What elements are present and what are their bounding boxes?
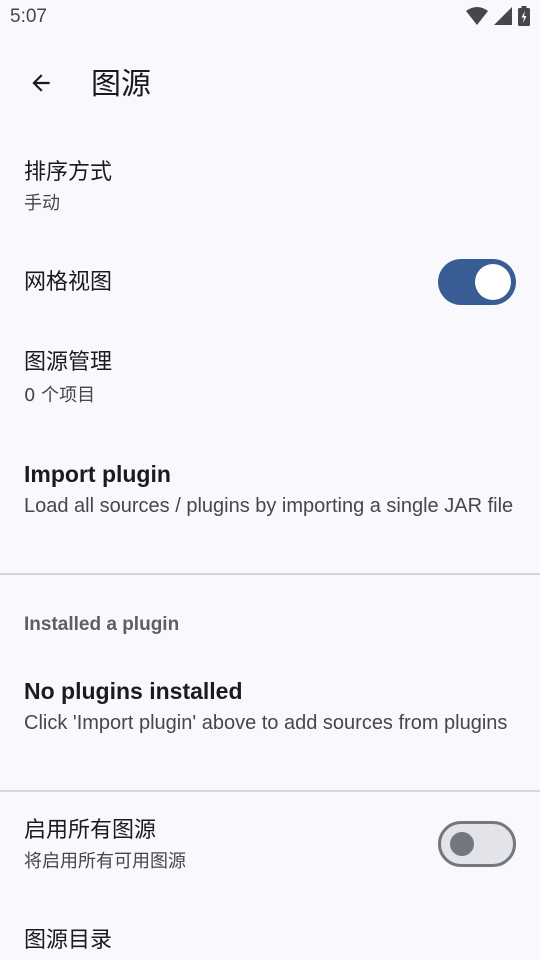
- enable-all-sources-preference[interactable]: 启用所有图源 将启用所有可用图源: [0, 806, 540, 890]
- installed-plugin-section-header: Installed a plugin: [24, 614, 180, 635]
- grid-view-title: 网格视图: [24, 270, 113, 295]
- source-management-title: 图源管理: [24, 350, 113, 375]
- status-time: 5:07: [10, 6, 47, 27]
- switch-thumb: [450, 832, 474, 856]
- source-management-preference[interactable]: 图源管理 0 个项目: [0, 338, 540, 426]
- sort-order-title: 排序方式: [24, 160, 113, 185]
- page-title: 图源: [91, 67, 151, 102]
- status-bar: 5:07: [0, 0, 540, 36]
- arrow-back-icon: [28, 70, 54, 100]
- no-plugins-summary: Click 'Import plugin' above to add sourc…: [24, 712, 508, 734]
- grid-view-switch[interactable]: [438, 259, 516, 305]
- import-plugin-title: Import plugin: [24, 461, 171, 487]
- app-bar: 图源: [0, 36, 540, 132]
- status-icons: [466, 6, 530, 30]
- no-plugins-preference[interactable]: No plugins installed Click 'Import plugi…: [0, 666, 540, 780]
- wifi-icon: [466, 7, 488, 29]
- sort-order-preference[interactable]: 排序方式 手动: [0, 148, 540, 236]
- divider: [0, 573, 540, 575]
- back-button[interactable]: [18, 62, 64, 108]
- import-plugin-preference[interactable]: Import plugin Load all sources / plugins…: [0, 448, 540, 564]
- battery-charging-icon: [518, 6, 530, 30]
- sort-order-summary: 手动: [24, 193, 60, 214]
- grid-view-preference[interactable]: 网格视图: [0, 246, 540, 322]
- divider: [0, 790, 540, 792]
- import-plugin-summary: Load all sources / plugins by importing …: [24, 495, 514, 517]
- source-catalog-preference[interactable]: 图源目录: [0, 916, 540, 960]
- cellular-signal-icon: [494, 7, 512, 29]
- enable-all-sources-title: 启用所有图源: [24, 818, 157, 843]
- enable-all-sources-switch[interactable]: [438, 821, 516, 867]
- source-catalog-title: 图源目录: [24, 928, 113, 953]
- source-management-summary: 0 个项目: [24, 385, 96, 406]
- switch-thumb: [475, 264, 511, 300]
- no-plugins-title: No plugins installed: [24, 678, 243, 704]
